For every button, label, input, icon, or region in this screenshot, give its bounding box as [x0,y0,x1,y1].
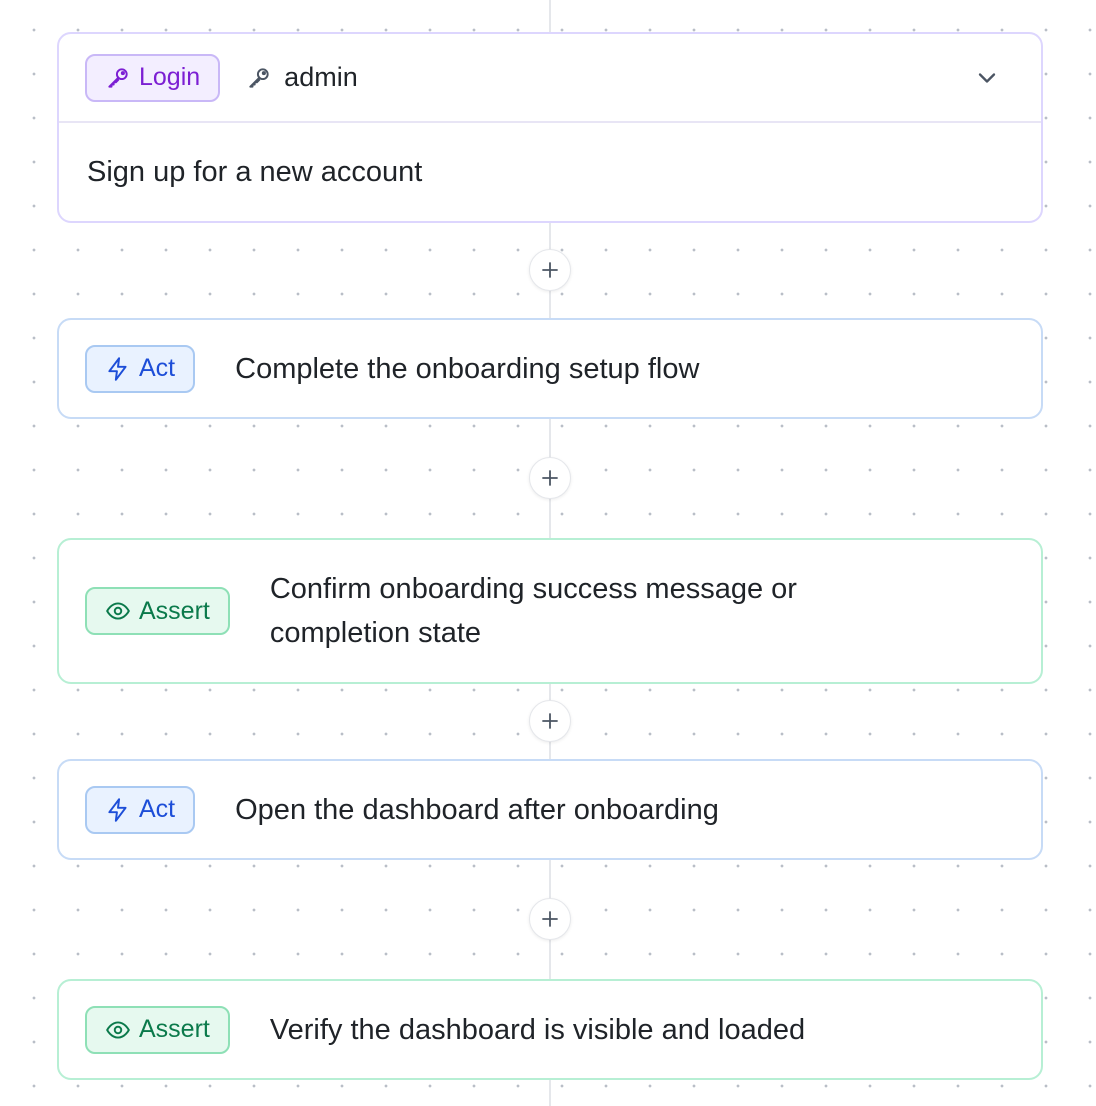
flow-canvas: Login admin Sign up for a new account Ac… [0,0,1096,1106]
add-step-button[interactable] [529,898,571,940]
assert-badge: Assert [85,1005,230,1054]
login-user: admin [246,62,358,93]
lightning-icon [108,797,127,822]
step-description: Verify the dashboard is visible and load… [269,1013,806,1046]
plus-icon [542,470,558,486]
login-step-header: Login admin [59,34,1041,123]
act-badge-label: Act [139,354,176,382]
key-icon [108,67,128,88]
eye-icon [106,1020,130,1039]
assert-step-card[interactable]: Assert Verify the dashboard is visible a… [57,979,1043,1080]
login-username: admin [284,62,358,92]
step-description: Complete the onboarding setup flow [235,352,700,385]
assert-badge-label: Assert [139,596,210,625]
act-badge-label: Act [139,795,176,823]
act-badge: Act [85,785,196,834]
step-description: Sign up for a new account [87,155,423,188]
act-step-card[interactable]: Act Complete the onboarding setup flow [57,318,1043,419]
login-step-card[interactable]: Login admin Sign up for a new account [57,32,1043,223]
step-description: Confirm onboarding success message or co… [269,573,797,649]
assert-step-card[interactable]: Assert Confirm onboarding success messag… [57,538,1043,684]
add-step-button[interactable] [529,700,571,742]
lightning-icon [108,356,127,381]
act-badge: Act [85,344,196,393]
act-step-card[interactable]: Act Open the dashboard after onboarding [57,759,1043,860]
add-step-button[interactable] [529,249,571,291]
assert-badge-label: Assert [139,1015,210,1043]
plus-icon [542,713,558,729]
plus-icon [542,262,558,278]
assert-badge: Assert [85,587,230,635]
chevron-down-icon[interactable] [973,64,1001,92]
connector-line [549,0,551,34]
step-description: Open the dashboard after onboarding [235,793,719,826]
connector-line [549,1078,551,1106]
key-icon [249,67,269,88]
add-step-button[interactable] [529,457,571,499]
plus-icon [542,911,558,927]
login-badge-label: Login [139,63,201,91]
login-step-body: Sign up for a new account [59,123,1041,220]
eye-icon [106,602,130,620]
login-badge: Login [85,53,221,102]
